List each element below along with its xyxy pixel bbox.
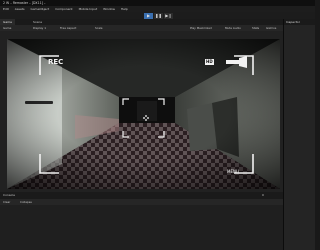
console-tab-bar: Console 0 bbox=[0, 192, 283, 199]
console-panel: Console 0 Clear Collapse bbox=[0, 192, 283, 250]
clear-button[interactable]: Clear bbox=[3, 199, 10, 205]
unity-editor: 2 W – Remaster – [DX11] – Edit Assets Ga… bbox=[0, 0, 315, 250]
menu-item-component[interactable]: Component bbox=[55, 7, 72, 11]
game-viewport[interactable]: REC HD MENU bbox=[7, 39, 280, 189]
menu-item-edit[interactable]: Edit bbox=[3, 7, 9, 11]
display-dropdown[interactable]: Display 1 bbox=[33, 25, 46, 31]
tab-console[interactable]: Console bbox=[3, 192, 15, 199]
stats-toggle[interactable]: Stats bbox=[252, 25, 259, 31]
menu-item-help[interactable]: Help bbox=[121, 7, 128, 11]
console-count: 0 bbox=[262, 193, 264, 197]
rec-label: REC bbox=[48, 58, 64, 66]
mute-audio-toggle[interactable]: Mute Audio bbox=[225, 25, 241, 31]
play-maximized-toggle[interactable]: Play Maximized bbox=[190, 25, 212, 31]
aspect-dropdown[interactable]: Free Aspect bbox=[60, 25, 76, 31]
hd-badge: HD bbox=[205, 59, 214, 65]
menu-item-window[interactable]: Window bbox=[103, 7, 115, 11]
collapse-button[interactable]: Collapse bbox=[20, 199, 32, 205]
game-panel: Game Scene Game Display 1 Free Aspect Sc… bbox=[0, 19, 283, 250]
menu-label: MENU bbox=[227, 169, 239, 174]
inspector-panel: Inspector bbox=[284, 19, 315, 250]
tab-inspector[interactable]: Inspector bbox=[284, 19, 315, 25]
menu-item-assets[interactable]: Assets bbox=[15, 7, 25, 11]
gizmos-dropdown[interactable]: Gizmos bbox=[266, 25, 276, 31]
scale-slider[interactable]: Scale bbox=[95, 25, 103, 31]
game-mode-dropdown[interactable]: Game bbox=[3, 25, 11, 31]
menu-item-mobile-input[interactable]: Mobile Input bbox=[79, 7, 98, 11]
console-toolbar: Clear Collapse bbox=[0, 199, 283, 205]
menu-item-gameobject[interactable]: GameObject bbox=[31, 7, 50, 11]
game-view-toolbar: Game Display 1 Free Aspect Scale Play Ma… bbox=[0, 25, 283, 31]
